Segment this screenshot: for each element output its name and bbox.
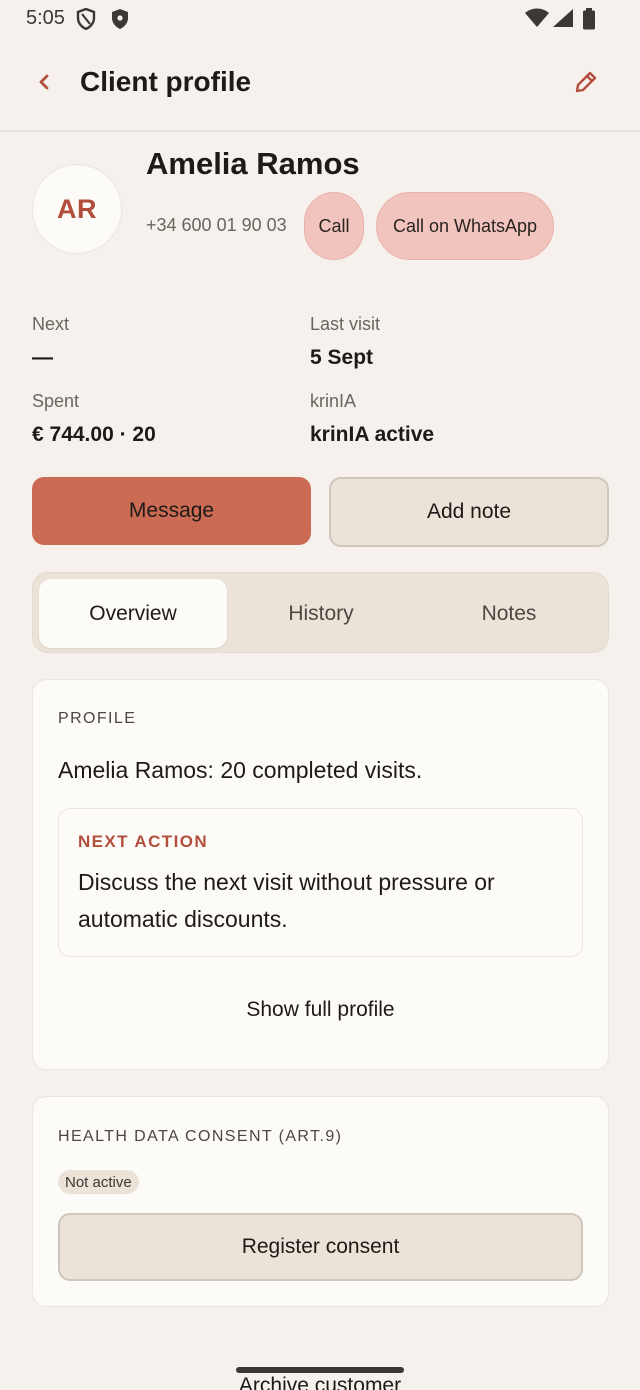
shield-outline-icon xyxy=(76,7,96,35)
tab-overview[interactable]: Overview xyxy=(39,579,227,648)
register-consent-button[interactable]: Register consent xyxy=(58,1213,583,1281)
signal-icon xyxy=(552,8,574,33)
stat-krinia-label: krinIA xyxy=(310,391,357,411)
home-indicator[interactable] xyxy=(236,1367,404,1373)
stat-next-value: — xyxy=(32,346,53,369)
next-action-text: Discuss the next visit without pressure … xyxy=(78,869,495,932)
shield-filled-icon xyxy=(110,8,130,35)
tab-bar: Overview History Notes xyxy=(32,572,609,653)
chevron-left-icon xyxy=(37,72,51,97)
stat-krinia-value: krinIA active xyxy=(310,423,435,446)
status-badge: Not active xyxy=(58,1170,139,1194)
call-button[interactable]: Call xyxy=(304,192,364,260)
tab-notes[interactable]: Notes xyxy=(415,579,603,648)
message-button[interactable]: Message xyxy=(32,477,311,545)
add-note-button[interactable]: Add note xyxy=(329,477,609,547)
status-time: 5:05 xyxy=(26,7,65,29)
consent-section-label: HEALTH DATA CONSENT (ART.9) xyxy=(58,1128,343,1145)
stat-last-visit-value: 5 Sept xyxy=(310,346,374,369)
stat-last-visit-label: Last visit xyxy=(310,314,381,334)
app-bar-divider xyxy=(0,130,640,132)
next-action-label: NEXT ACTION xyxy=(78,832,208,851)
status-bar: 5:05 xyxy=(0,0,640,40)
show-full-profile-button[interactable]: Show full profile xyxy=(58,982,583,1038)
edit-button[interactable] xyxy=(566,64,606,104)
wifi-icon xyxy=(524,8,550,33)
stat-spent-value: € 744.00 · 20 xyxy=(32,423,156,446)
battery-icon xyxy=(582,8,596,35)
page-title: Client profile xyxy=(80,66,252,97)
pencil-icon xyxy=(573,69,599,100)
stat-next-label: Next xyxy=(32,314,70,334)
archive-customer-button[interactable]: Archive customer xyxy=(180,1374,460,1390)
client-phone[interactable]: +34 600 01 90 03 xyxy=(146,215,287,236)
back-button[interactable] xyxy=(26,62,62,106)
profile-section-label: PROFILE xyxy=(58,710,137,727)
tab-history[interactable]: History xyxy=(227,579,415,648)
whatsapp-call-button[interactable]: Call on WhatsApp xyxy=(376,192,554,260)
client-name: Amelia Ramos xyxy=(146,146,360,181)
avatar: AR xyxy=(32,164,122,254)
profile-summary: Amelia Ramos: 20 completed visits. xyxy=(58,757,423,783)
stat-spent-label: Spent xyxy=(32,391,80,411)
